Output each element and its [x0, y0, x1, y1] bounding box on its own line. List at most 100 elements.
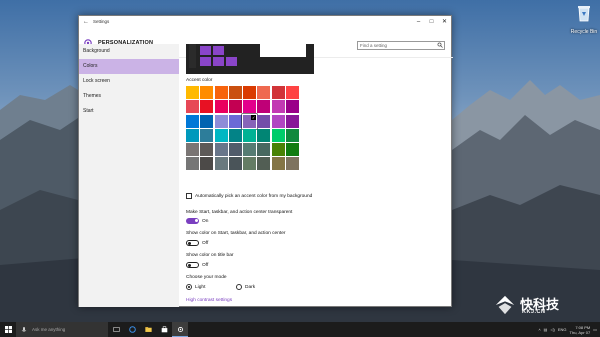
accent-swatch[interactable]: [186, 100, 199, 114]
show-color-title-label: Show color on title bar: [186, 253, 234, 258]
accent-swatch[interactable]: [271, 128, 285, 142]
accent-swatch[interactable]: [214, 100, 228, 114]
transparent-toggle-row[interactable]: On: [186, 218, 208, 224]
mode-dark-radio[interactable]: [236, 284, 242, 290]
show-color-start-toggle[interactable]: [186, 240, 199, 246]
action-center-icon[interactable]: ▭: [593, 327, 597, 332]
accent-swatch[interactable]: [200, 86, 214, 99]
language-indicator[interactable]: ENG: [558, 327, 567, 332]
accent-swatch[interactable]: [286, 100, 300, 114]
file-explorer-button[interactable]: [140, 322, 156, 337]
accent-swatch[interactable]: [200, 100, 214, 114]
accent-swatch[interactable]: [271, 143, 285, 157]
accent-swatch[interactable]: [257, 86, 271, 99]
accent-swatch[interactable]: [243, 86, 257, 99]
clock[interactable]: 7:08 PM Thu, Apr 07: [570, 325, 591, 335]
auto-pick-checkbox[interactable]: [186, 193, 192, 199]
accent-swatch[interactable]: [186, 128, 199, 142]
sidebar-item-colors[interactable]: Colors: [79, 59, 179, 74]
accent-swatch[interactable]: [228, 100, 242, 114]
accent-swatch[interactable]: [228, 128, 242, 142]
accent-swatch[interactable]: ✓: [242, 113, 258, 129]
accent-swatch[interactable]: [243, 143, 257, 157]
accent-swatch[interactable]: [228, 157, 242, 171]
accent-swatch[interactable]: [186, 86, 199, 99]
accent-swatch[interactable]: [271, 157, 285, 171]
bird-logo-icon: [495, 295, 515, 315]
sidebar-item-themes[interactable]: Themes: [79, 89, 179, 104]
accent-swatch[interactable]: [243, 128, 257, 142]
microphone-icon[interactable]: [20, 326, 28, 334]
watermark: 快科技 KKJ.CN: [494, 294, 594, 320]
transparent-toggle[interactable]: [186, 218, 199, 224]
accent-swatch[interactable]: [257, 114, 271, 128]
accent-swatch[interactable]: [228, 114, 242, 128]
accent-swatch[interactable]: [228, 86, 242, 99]
task-view-button[interactable]: [108, 322, 124, 337]
mode-light-label: Light: [195, 284, 206, 290]
minimize-button[interactable]: –: [412, 19, 425, 25]
high-contrast-link[interactable]: High contrast settings: [186, 298, 232, 303]
edge-icon: [128, 326, 136, 333]
mode-dark-option[interactable]: Dark: [236, 284, 255, 290]
accent-swatch[interactable]: [257, 100, 271, 114]
accent-swatch[interactable]: [271, 86, 285, 99]
accent-swatch[interactable]: [228, 143, 242, 157]
accent-swatch[interactable]: [200, 143, 214, 157]
accent-swatch[interactable]: [286, 128, 300, 142]
network-icon[interactable]: ▤: [544, 327, 548, 332]
checkmark-icon: ✓: [251, 114, 257, 120]
accent-swatch[interactable]: [214, 157, 228, 171]
edge-button[interactable]: [124, 322, 140, 337]
accent-swatch[interactable]: [286, 143, 300, 157]
show-color-title-toggle[interactable]: [186, 262, 199, 268]
mode-light-option[interactable]: Light: [186, 284, 205, 290]
show-color-start-row[interactable]: Off: [186, 240, 208, 246]
transparent-label: Make Start, taskbar, and action center t…: [186, 210, 293, 215]
accent-swatch[interactable]: [271, 114, 285, 128]
volume-icon[interactable]: ◁): [550, 327, 554, 332]
accent-swatch[interactable]: [257, 143, 271, 157]
sidebar-item-start[interactable]: Start: [79, 104, 179, 119]
accent-swatch[interactable]: [200, 157, 214, 171]
accent-swatch[interactable]: [286, 86, 300, 99]
accent-swatch[interactable]: [186, 157, 199, 171]
recycle-bin-label: Recycle Bin: [570, 29, 598, 35]
accent-color-label: Accent color: [186, 78, 213, 83]
accent-swatch[interactable]: [200, 128, 214, 142]
taskbar-search-box[interactable]: Ask me anything: [16, 322, 108, 337]
accent-swatch[interactable]: [257, 128, 271, 142]
accent-swatch[interactable]: [214, 128, 228, 142]
mode-light-radio[interactable]: [186, 284, 192, 290]
recycle-bin[interactable]: Recycle Bin: [568, 4, 600, 35]
back-arrow-icon[interactable]: ←: [79, 19, 93, 25]
maximize-button[interactable]: □: [425, 19, 438, 25]
accent-swatch[interactable]: [243, 100, 257, 114]
accent-swatch[interactable]: [271, 100, 285, 114]
watermark-english: KKJ.CN: [522, 309, 546, 315]
show-color-start-state: Off: [202, 240, 209, 246]
accent-swatch[interactable]: [257, 157, 271, 171]
chevron-up-icon[interactable]: ˄: [538, 327, 540, 332]
sidebar-item-background[interactable]: Background: [79, 44, 179, 59]
auto-pick-row[interactable]: Automatically pick an accent color from …: [186, 193, 312, 199]
colors-content: Accent color ✓ Automatically pick an acc…: [186, 44, 446, 304]
sidebar-item-lock-screen[interactable]: Lock screen: [79, 74, 179, 89]
accent-swatch[interactable]: [186, 143, 199, 157]
recycle-bin-icon: [578, 6, 590, 22]
accent-swatch[interactable]: [214, 143, 228, 157]
close-button[interactable]: ✕: [438, 18, 451, 25]
windows-logo-icon: [4, 326, 12, 333]
settings-taskbar-button[interactable]: [172, 322, 188, 337]
store-button[interactable]: [156, 322, 172, 337]
accent-swatch[interactable]: [186, 114, 199, 128]
show-color-title-row[interactable]: Off: [186, 262, 208, 268]
theme-preview: [186, 44, 314, 74]
accent-swatch[interactable]: [243, 157, 257, 171]
accent-swatch[interactable]: [286, 157, 300, 171]
accent-swatch[interactable]: [214, 86, 228, 99]
accent-swatch[interactable]: [286, 114, 300, 128]
accent-swatch[interactable]: [214, 114, 228, 128]
start-button[interactable]: [0, 322, 16, 337]
accent-swatch[interactable]: [200, 114, 214, 128]
